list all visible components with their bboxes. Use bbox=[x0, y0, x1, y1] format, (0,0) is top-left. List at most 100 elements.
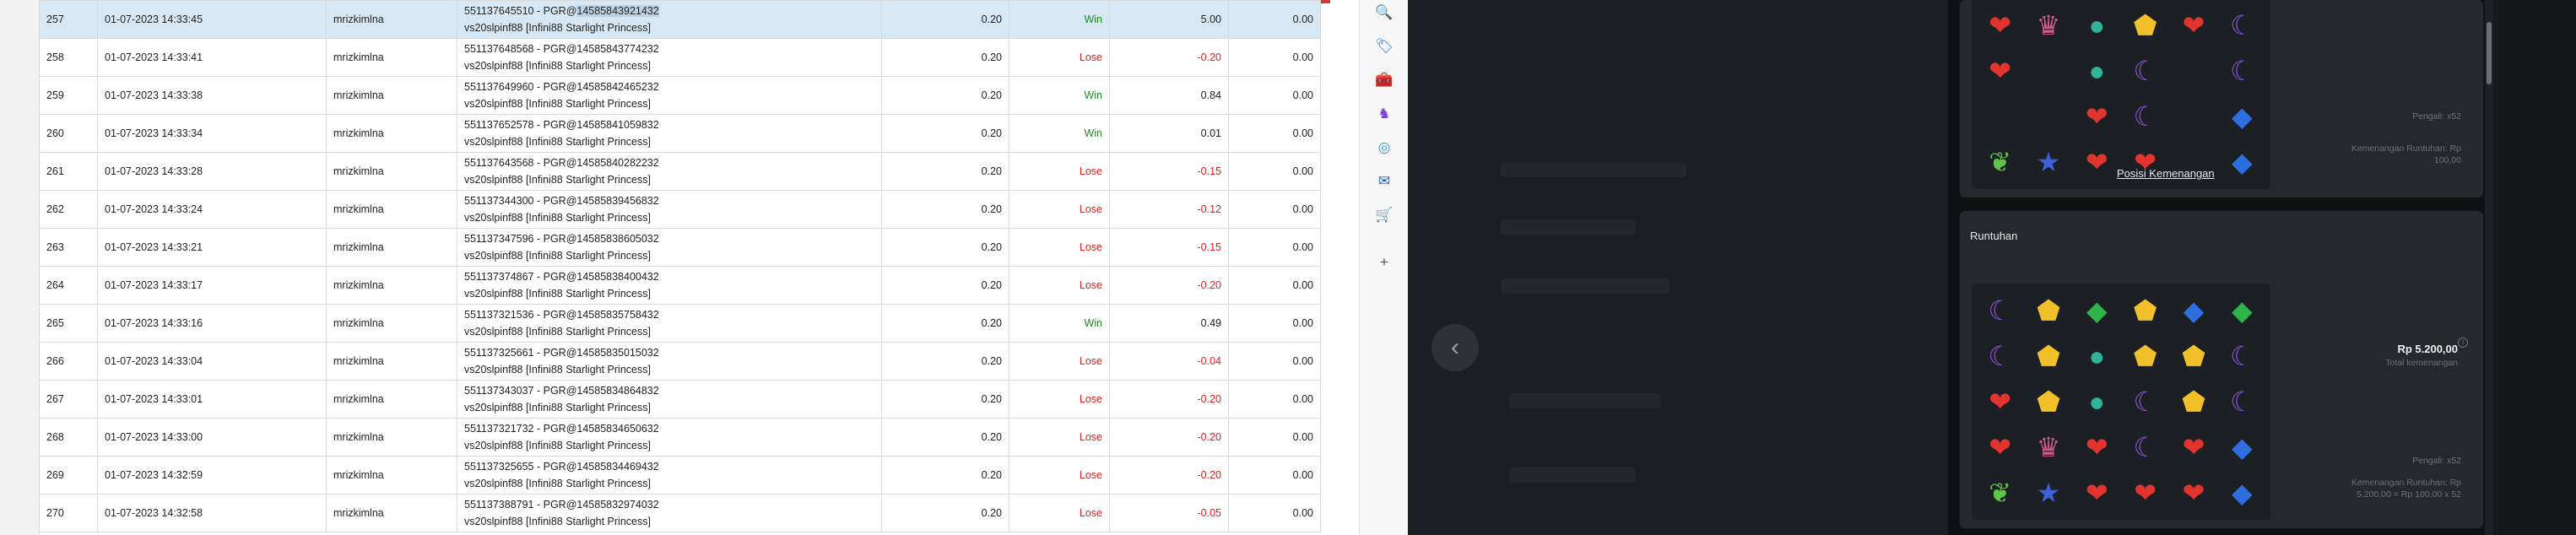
table-row[interactable]: 264 01-07-2023 14:33:17 mrizkimlna 55113737… bbox=[39, 266, 1321, 305]
row-number: 267 bbox=[39, 380, 98, 419]
transaction-ref: 551137343037 - PGR@14585834864832 bbox=[464, 385, 659, 397]
game-name: vs20slpinf88 [Infini88 Starlight Princes… bbox=[464, 440, 651, 451]
result-cell: Win bbox=[1009, 76, 1110, 115]
table-row[interactable]: 257 01-07-2023 14:33:45 mrizkimlna 55113764… bbox=[39, 0, 1321, 39]
date-cell: 01-07-2023 14:33:01 bbox=[97, 380, 327, 419]
description-cell: 551137344300 - PGR@14585839456832 vs20slp… bbox=[457, 190, 882, 229]
game-name: vs20slpinf88 [Infini88 Starlight Princes… bbox=[464, 98, 651, 110]
blue-gem-icon: ◆ bbox=[2232, 101, 2253, 132]
username-cell: mrizkimlna bbox=[326, 266, 457, 305]
description-cell: 551137388791 - PGR@14585832974032 vs20slp… bbox=[457, 494, 882, 532]
chalice-gem-icon: ☾ bbox=[2229, 341, 2254, 371]
username-cell: mrizkimlna bbox=[326, 114, 457, 153]
description-cell: 551137321536 - PGR@14585835758432 vs20slp… bbox=[457, 304, 882, 343]
cascade-win-amount: 100,00 bbox=[2433, 155, 2461, 165]
username-cell: mrizkimlna bbox=[326, 76, 457, 115]
amount-cell: -0.20 bbox=[1109, 38, 1229, 77]
description-cell: 551137648568 - PGR@14585843774232 vs20slp… bbox=[457, 38, 882, 77]
heart-gem-icon: ❤ bbox=[2085, 147, 2108, 177]
ref-prefix: PGR@14585832974032 bbox=[543, 499, 659, 511]
bet-cell: 0.20 bbox=[881, 456, 1009, 494]
gift-icon[interactable]: 🧰 bbox=[1374, 69, 1394, 89]
back-button[interactable]: ‹ bbox=[1431, 324, 1479, 371]
game-pane: ‹ ❤ ♛ ● ⬟ ❤ ☾ ❤ ● ☾ ☾ ❤ ☾ ◆ ❦ ★ ❤ ❤ ◆ Pengali: x52 Kemena… bbox=[1408, 0, 2576, 535]
shopping-icon[interactable]: 🛒 bbox=[1374, 204, 1394, 224]
bet-cell: 0.20 bbox=[881, 190, 1009, 229]
table-row[interactable]: 259 01-07-2023 14:33:38 mrizkimlna 55113764… bbox=[39, 76, 1321, 115]
transaction-ref: 551137648568 - PGR@14585843774232 bbox=[464, 43, 659, 55]
heart-gem-icon: ❤ bbox=[1989, 386, 2012, 417]
background-row bbox=[1509, 393, 1661, 408]
crown-gem-icon: ♛ bbox=[2036, 432, 2061, 462]
cascade-card: Runtuhan ☾ ⬟ ◆ ⬟ ◆ ◆ ☾ ⬟ ● ⬟ ⬟ ☾ ❤ ⬟ ● ☾ ⬟ ☾ ❤ ♛ ❤ ☾ ❤ ◆ ❦ ★ ❤ ❤ ❤ ◆ … bbox=[1960, 211, 2483, 528]
outlook-icon[interactable]: ✉ bbox=[1374, 170, 1394, 191]
table-row[interactable]: 270 01-07-2023 14:32:58 mrizkimlna 55113738… bbox=[39, 494, 1321, 532]
bet-cell: 0.20 bbox=[881, 418, 1009, 457]
row-number: 265 bbox=[39, 304, 98, 343]
blue-gem-icon: ◆ bbox=[2232, 432, 2253, 462]
blue-gem-icon: ◆ bbox=[2183, 295, 2205, 326]
win-position-link[interactable]: Posisi Kemenangan bbox=[2117, 167, 2215, 180]
table-row[interactable]: 268 01-07-2023 14:33:00 mrizkimlna 55113732… bbox=[39, 418, 1321, 457]
ref-id: 551137325655 bbox=[464, 461, 534, 473]
date-cell: 01-07-2023 14:32:59 bbox=[97, 456, 327, 494]
blue-gem-icon: ◆ bbox=[2232, 478, 2253, 508]
multiplier-text: Pengali: x52 bbox=[2412, 111, 2461, 122]
chess-icon[interactable]: ♞ bbox=[1374, 103, 1394, 123]
row-number: 264 bbox=[39, 266, 98, 305]
star-gem-icon: ★ bbox=[2036, 147, 2061, 177]
multiplier-text: Pengali: x52 bbox=[2412, 456, 2461, 466]
heart-gem-icon: ❤ bbox=[1989, 432, 2012, 462]
ring-gem-icon: ● bbox=[2088, 56, 2105, 86]
table-row[interactable]: 267 01-07-2023 14:33:01 mrizkimlna 55113734… bbox=[39, 380, 1321, 419]
result-cell: Win bbox=[1009, 114, 1110, 153]
game-name: vs20slpinf88 [Infini88 Starlight Princes… bbox=[464, 402, 651, 413]
gold-gem-icon: ⬟ bbox=[2037, 386, 2060, 417]
balance-cell: 0.00 bbox=[1228, 0, 1321, 39]
gold-gem-icon: ⬟ bbox=[2037, 295, 2060, 326]
gold-gem-icon: ⬟ bbox=[2037, 341, 2060, 371]
result-cell: Lose bbox=[1009, 266, 1110, 305]
chalice-gem-icon: ☾ bbox=[2229, 10, 2254, 41]
table-row[interactable]: 266 01-07-2023 14:33:04 mrizkimlna 55113732… bbox=[39, 342, 1321, 381]
amount-cell: -0.12 bbox=[1109, 190, 1229, 229]
balance-cell: 0.00 bbox=[1228, 266, 1321, 305]
table-row[interactable]: 261 01-07-2023 14:33:28 mrizkimlna 55113764… bbox=[39, 152, 1321, 191]
game-name: vs20slpinf88 [Infini88 Starlight Princes… bbox=[464, 288, 651, 300]
username-cell: mrizkimlna bbox=[326, 456, 457, 494]
ref-id: 551137652578 bbox=[464, 119, 534, 131]
ring-gem-icon: ● bbox=[2088, 10, 2105, 41]
heart-gem-icon: ❤ bbox=[2182, 10, 2205, 41]
date-cell: 01-07-2023 14:33:45 bbox=[97, 0, 327, 39]
info-icon[interactable]: i bbox=[2458, 338, 2468, 348]
office-icon[interactable]: ◎ bbox=[1374, 137, 1394, 157]
date-cell: 01-07-2023 14:33:34 bbox=[97, 114, 327, 153]
table-row[interactable]: 263 01-07-2023 14:33:21 mrizkimlna 55113734… bbox=[39, 228, 1321, 267]
row-number: 269 bbox=[39, 456, 98, 494]
bet-cell: 0.20 bbox=[881, 152, 1009, 191]
username-cell: mrizkimlna bbox=[326, 0, 457, 39]
heart-gem-icon: ❤ bbox=[2085, 101, 2108, 132]
row-number: 258 bbox=[39, 38, 98, 77]
ref-prefix: PGR@14585843774232 bbox=[543, 43, 659, 55]
search-icon[interactable]: 🔍 bbox=[1374, 2, 1394, 22]
chalice-gem-icon: ☾ bbox=[2133, 386, 2157, 417]
plus-icon[interactable]: + bbox=[1374, 251, 1394, 272]
username-cell: mrizkimlna bbox=[326, 494, 457, 532]
tag-icon[interactable]: 🏷 bbox=[1374, 35, 1394, 56]
chalice-gem-icon: ☾ bbox=[2133, 101, 2157, 132]
table-row[interactable]: 265 01-07-2023 14:33:16 mrizkimlna 55113732… bbox=[39, 304, 1321, 343]
row-number: 262 bbox=[39, 190, 98, 229]
table-row[interactable]: 262 01-07-2023 14:33:24 mrizkimlna 55113734… bbox=[39, 190, 1321, 229]
scrollbar-thumb[interactable] bbox=[2487, 22, 2492, 84]
transaction-ref: 551137321732 - PGR@14585834650632 bbox=[464, 423, 659, 435]
background-row bbox=[1501, 162, 1686, 177]
result-cell: Lose bbox=[1009, 228, 1110, 267]
balance-cell: 0.00 bbox=[1228, 228, 1321, 267]
table-row[interactable]: 258 01-07-2023 14:33:41 mrizkimlna 55113764… bbox=[39, 38, 1321, 77]
table-row[interactable]: 260 01-07-2023 14:33:34 mrizkimlna 55113765… bbox=[39, 114, 1321, 153]
amount-cell: -0.20 bbox=[1109, 418, 1229, 457]
result-cell: Win bbox=[1009, 0, 1110, 39]
game-name: vs20slpinf88 [Infini88 Starlight Princes… bbox=[464, 516, 651, 527]
table-row[interactable]: 269 01-07-2023 14:32:59 mrizkimlna 55113732… bbox=[39, 456, 1321, 494]
